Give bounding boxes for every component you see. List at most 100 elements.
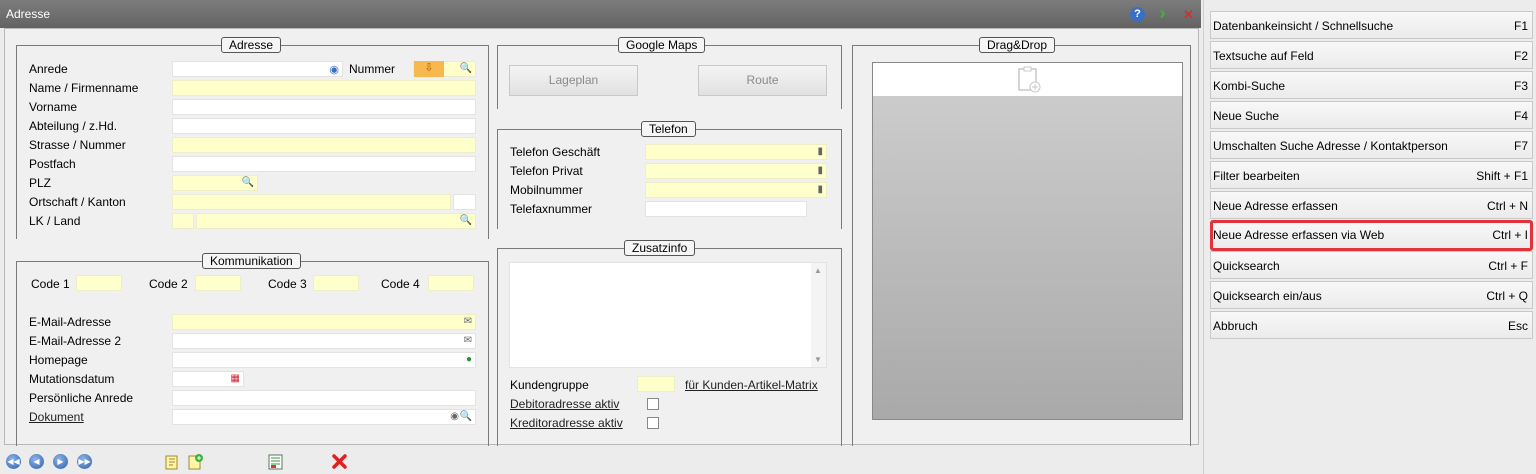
shortcut-label: Kombi-Suche [1213,79,1286,93]
address-form: Adresse Anrede ◉ Nummer ⇩ 🔍 Name / Firme… [4,28,1199,446]
close-icon[interactable]: ✕ [1181,7,1196,22]
strasse-field[interactable] [172,137,476,153]
plz-field[interactable]: 🔍 [172,175,258,191]
debitor-checkbox[interactable] [647,398,659,410]
telefon-geschaeft-field[interactable]: ▮ [645,144,827,160]
kundengruppe-field[interactable] [637,376,675,392]
search-icon[interactable]: 🔍 [242,177,254,188]
next-arrow-icon[interactable]: › [1155,4,1170,22]
anrede-select[interactable]: ◉ [172,61,343,77]
kunden-artikel-matrix-link[interactable]: für Kunden-Artikel-Matrix [685,378,818,392]
strasse-label: Strasse / Nummer [29,138,126,152]
shortcut-item-kombi-suche[interactable]: Kombi-Suche F3 [1210,71,1533,99]
shortcut-item-neue-adresse[interactable]: Neue Adresse erfassen Ctrl + N [1210,191,1533,219]
code1-field[interactable] [76,275,122,291]
persoenliche-anrede-label: Persönliche Anrede [29,391,134,405]
google-maps-legend: Google Maps [618,37,706,53]
phone-icon[interactable]: ▮ [817,146,823,157]
shortcut-item-neue-suche[interactable]: Neue Suche F4 [1210,101,1533,129]
kreditor-checkbox[interactable] [647,417,659,429]
eye-icon[interactable]: ◉ [450,411,459,422]
vorname-field[interactable] [172,99,476,115]
lk-field[interactable] [172,213,194,229]
code3-field[interactable] [313,275,359,291]
ortschaft-label: Ortschaft / Kanton [29,195,126,209]
dragdrop-legend: Drag&Drop [979,37,1056,53]
dropdown-icon[interactable]: ◉ [329,63,339,76]
lageplan-button[interactable]: Lageplan [509,65,638,96]
kanton-field[interactable] [453,194,476,210]
name-label: Name / Firmenname [29,81,139,95]
dragdrop-area[interactable] [872,62,1183,420]
scroll-down-icon[interactable]: ▼ [814,355,822,364]
shortcut-label: Neue Adresse erfassen via Web [1213,228,1385,242]
telefax-field[interactable] [645,201,807,217]
shortcut-item-quicksearch-toggle[interactable]: Quicksearch ein/aus Ctrl + Q [1210,281,1533,309]
shortcut-item-neue-adresse-web[interactable]: Neue Adresse erfassen via Web Ctrl + I [1210,220,1533,251]
code1-label: Code 1 [31,277,70,291]
zusatzinfo-textarea[interactable]: ▲ ▼ [509,262,827,368]
code2-field[interactable] [195,275,241,291]
kreditor-link[interactable]: Kreditoradresse aktiv [510,416,623,430]
report-icon[interactable] [267,453,284,470]
first-record-icon[interactable]: ◀◀ [6,454,21,469]
globe-icon[interactable]: ● [466,354,472,365]
homepage-field[interactable]: ● [172,352,476,368]
search-icon[interactable]: 🔍 [460,411,472,422]
name-field[interactable] [172,80,476,96]
shortcut-item-umschalten[interactable]: Umschalten Suche Adresse / Kontaktperson… [1210,131,1533,159]
mutation-label: Mutationsdatum [29,372,115,386]
mobilnummer-label: Mobilnummer [510,183,583,197]
last-record-icon[interactable]: ▶▶ [77,454,92,469]
shortcut-label: Umschalten Suche Adresse / Kontaktperson [1213,139,1448,153]
postfach-field[interactable] [172,156,476,172]
code4-field[interactable] [428,275,474,291]
zusatzinfo-legend: Zusatzinfo [624,240,696,256]
email-field[interactable]: ✉ [172,314,476,330]
scrollbar[interactable]: ▲ ▼ [811,263,826,367]
scroll-up-icon[interactable]: ▲ [814,266,822,275]
sort-down-icon[interactable]: ⇩ [414,61,444,77]
nummer-field[interactable]: ⇩ 🔍 [413,61,476,77]
ortschaft-field[interactable] [172,194,451,210]
shortcut-item-filter[interactable]: Filter bearbeiten Shift + F1 [1210,161,1533,189]
mail-icon[interactable]: ✉ [464,316,472,327]
abteilung-label: Abteilung / z.Hd. [29,119,118,133]
shortcut-item-schnellsuche[interactable]: Datenbankeinsicht / Schnellsuche F1 [1210,11,1533,39]
kommunikation-legend: Kommunikation [202,253,301,269]
email2-field[interactable]: ✉ [172,333,476,349]
shortcut-item-abbruch[interactable]: Abbruch Esc [1210,311,1533,339]
shortcut-label: Neue Adresse erfassen [1213,199,1338,213]
persoenliche-anrede-field[interactable] [172,390,476,406]
email-label: E-Mail-Adresse [29,315,112,329]
lk-label: LK / Land [29,214,81,228]
calendar-icon[interactable]: ▦ [231,373,240,384]
land-field[interactable]: 🔍 [196,213,476,229]
shortcut-item-quicksearch[interactable]: Quicksearch Ctrl + F [1210,251,1533,279]
shortcut-item-textsuche[interactable]: Textsuche auf Feld F2 [1210,41,1533,69]
dokument-field[interactable]: ◉ 🔍 [172,409,476,425]
abteilung-field[interactable] [172,118,476,134]
search-icon[interactable]: 🔍 [460,63,472,74]
telefon-geschaeft-label: Telefon Geschäft [510,145,601,159]
shortcut-sidebar: Datenbankeinsicht / Schnellsuche F1 Texts… [1203,0,1536,474]
window-title: Adresse [6,7,51,21]
edit-document-icon[interactable] [164,453,181,470]
delete-icon[interactable] [331,453,348,470]
dokument-link[interactable]: Dokument [29,410,84,424]
new-document-icon[interactable] [187,453,204,470]
shortcut-key: F7 [1513,139,1528,153]
mutation-date-field[interactable]: ▦ [172,371,244,387]
telefon-privat-field[interactable]: ▮ [645,163,827,179]
phone-icon[interactable]: ▮ [817,165,823,176]
help-icon[interactable]: ? [1130,7,1145,22]
route-button[interactable]: Route [698,65,827,96]
mobilnummer-field[interactable]: ▮ [645,182,827,198]
next-record-icon[interactable]: ▶ [53,454,68,469]
phone-icon[interactable]: ▮ [817,184,823,195]
dragdrop-header [873,63,1182,96]
debitor-link[interactable]: Debitoradresse aktiv [510,397,619,411]
search-icon[interactable]: 🔍 [460,215,472,226]
mail-icon[interactable]: ✉ [464,335,472,346]
previous-record-icon[interactable]: ◀ [29,454,44,469]
